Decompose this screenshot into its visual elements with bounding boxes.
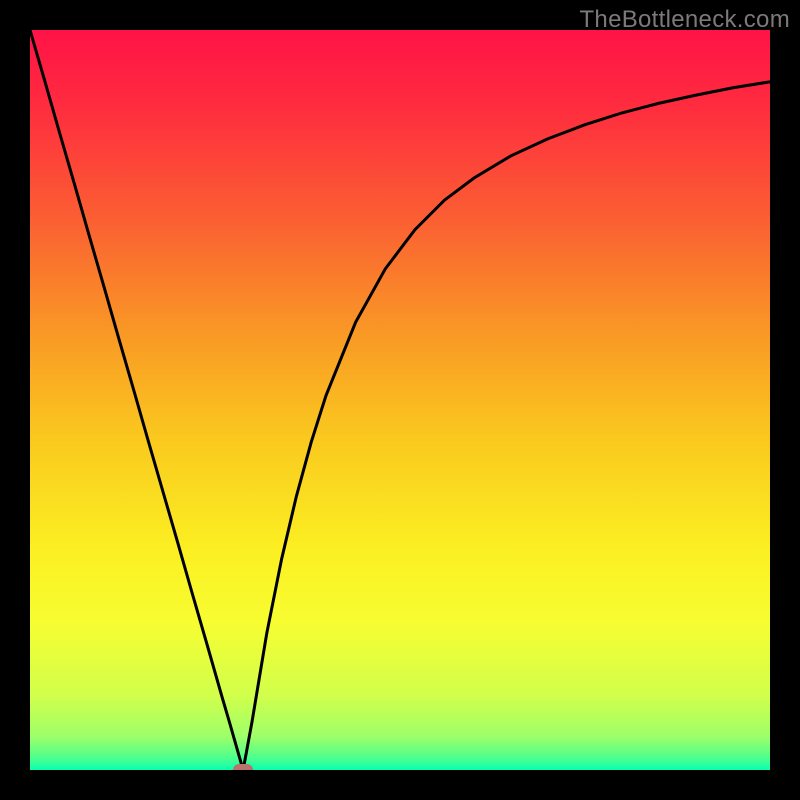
gradient-background: [30, 30, 770, 770]
plot-area: [30, 30, 770, 770]
chart-canvas: [30, 30, 770, 770]
watermark-text: TheBottleneck.com: [579, 6, 790, 34]
optimum-marker: [233, 764, 253, 770]
chart-frame: TheBottleneck.com: [0, 0, 800, 800]
